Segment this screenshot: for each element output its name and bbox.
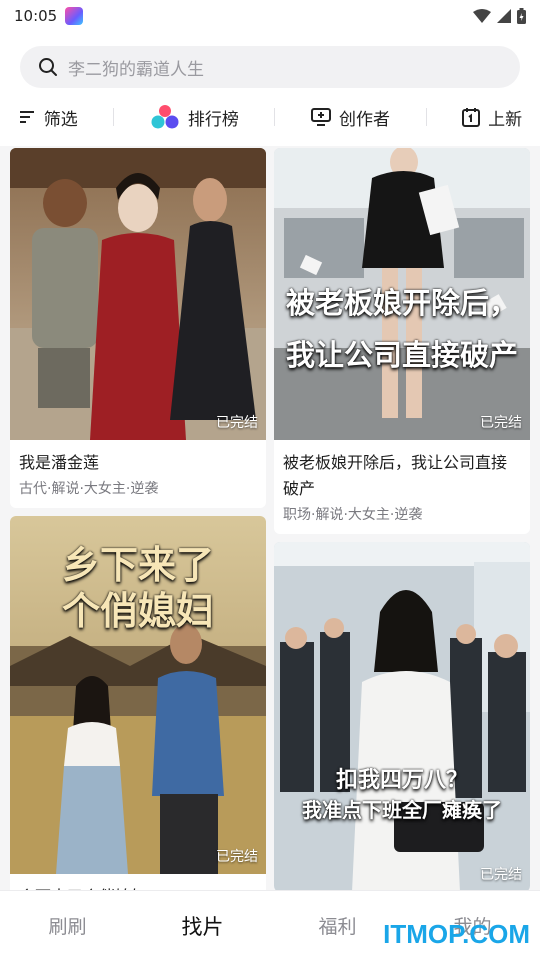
wifi-icon: [473, 9, 491, 23]
status-badge: 已完结: [216, 849, 258, 865]
drama-title[interactable]: 被老板娘开除后，我让公司直接破产: [274, 440, 530, 502]
search-icon: [39, 58, 57, 76]
drama-feed: 已完结 我是潘金莲 古代·解说·大女主·逆袭 乡下来了 个俏媳妇 已完结 被老板…: [0, 146, 540, 890]
search-bar[interactable]: 李二狗的霸道人生: [20, 46, 520, 88]
drama-card[interactable]: 被老板娘开除后， 我让公司直接破产 已完结 被老板娘开除后，我让公司直接破产 职…: [274, 148, 530, 534]
battery-icon: [517, 8, 526, 24]
ranking-button[interactable]: 排行榜: [150, 104, 239, 130]
feed-column-left: 已完结 我是潘金莲 古代·解说·大女主·逆袭 乡下来了 个俏媳妇 已完结: [10, 148, 266, 890]
creator-label: 创作者: [339, 109, 391, 130]
divider: [425, 108, 427, 126]
poster-title-line: 我让公司直接破产: [285, 338, 518, 372]
drama-poster[interactable]: 已完结: [10, 148, 266, 440]
divider: [274, 108, 276, 126]
poster-image: [10, 148, 266, 440]
new-releases-button[interactable]: 上新: [462, 105, 522, 130]
feed-column-right: 被老板娘开除后， 我让公司直接破产 已完结 被老板娘开除后，我让公司直接破产 职…: [274, 148, 530, 890]
status-badge: 已完结: [480, 415, 522, 431]
ranking-label: 排行榜: [187, 109, 239, 130]
filter-lines-icon: [19, 111, 34, 123]
drama-poster[interactable]: 乡下来了 个俏媳妇 已完结: [10, 516, 266, 874]
status-bar: 10:05: [0, 0, 540, 32]
poster-image: [274, 542, 530, 890]
drama-tags: 古代·解说·大女主·逆袭: [19, 481, 159, 497]
drama-card[interactable]: 乡下来了 个俏媳妇 已完结 乡下来了个俏媳妇: [10, 516, 266, 890]
poster-title-line: 扣我四万八？: [335, 768, 468, 793]
divider: [113, 108, 115, 126]
signal-icon: [497, 9, 511, 23]
drama-title[interactable]: 我是潘金莲: [10, 440, 266, 476]
calendar-icon: [462, 108, 481, 127]
drama-tags: 职场·解说·大女主·逆袭: [283, 507, 423, 523]
creator-screen-icon: [311, 108, 332, 126]
tab-zhaopian[interactable]: 找片: [135, 911, 270, 941]
drama-poster[interactable]: 扣我四万八？ 我准点下班全厂瘫痪了 已完结: [274, 542, 530, 890]
poster-title-line: 我准点下班全厂瘫痪了: [302, 798, 502, 822]
clock: 10:05: [14, 7, 58, 25]
search-placeholder: 李二狗的霸道人生: [68, 59, 204, 80]
new-releases-label: 上新: [488, 109, 523, 130]
filter-label: 筛选: [43, 109, 78, 130]
tab-shuashua[interactable]: 刷刷: [0, 912, 135, 939]
watermark: ITMOP.COM: [383, 919, 530, 949]
header: 李二狗的霸道人生 筛选 排行榜 创作者 上新: [0, 32, 540, 146]
app-notification-icon: [65, 7, 84, 25]
drama-card[interactable]: 扣我四万八？ 我准点下班全厂瘫痪了 已完结: [274, 542, 530, 890]
poster-title-line: 被老板娘开除后，: [285, 286, 518, 320]
poster-title-line: 个俏媳妇: [61, 588, 214, 633]
creator-button[interactable]: 创作者: [311, 105, 390, 130]
ranking-dots-icon: [151, 105, 179, 129]
status-badge: 已完结: [480, 867, 522, 883]
filter-row: 筛选 排行榜 创作者 上新: [0, 96, 540, 138]
drama-title[interactable]: 乡下来了个俏媳妇: [10, 874, 266, 890]
drama-card[interactable]: 已完结 我是潘金莲 古代·解说·大女主·逆袭: [10, 148, 266, 508]
filter-button[interactable]: 筛选: [18, 105, 78, 130]
drama-poster[interactable]: 被老板娘开除后， 我让公司直接破产 已完结: [274, 148, 530, 440]
status-badge: 已完结: [216, 415, 258, 431]
